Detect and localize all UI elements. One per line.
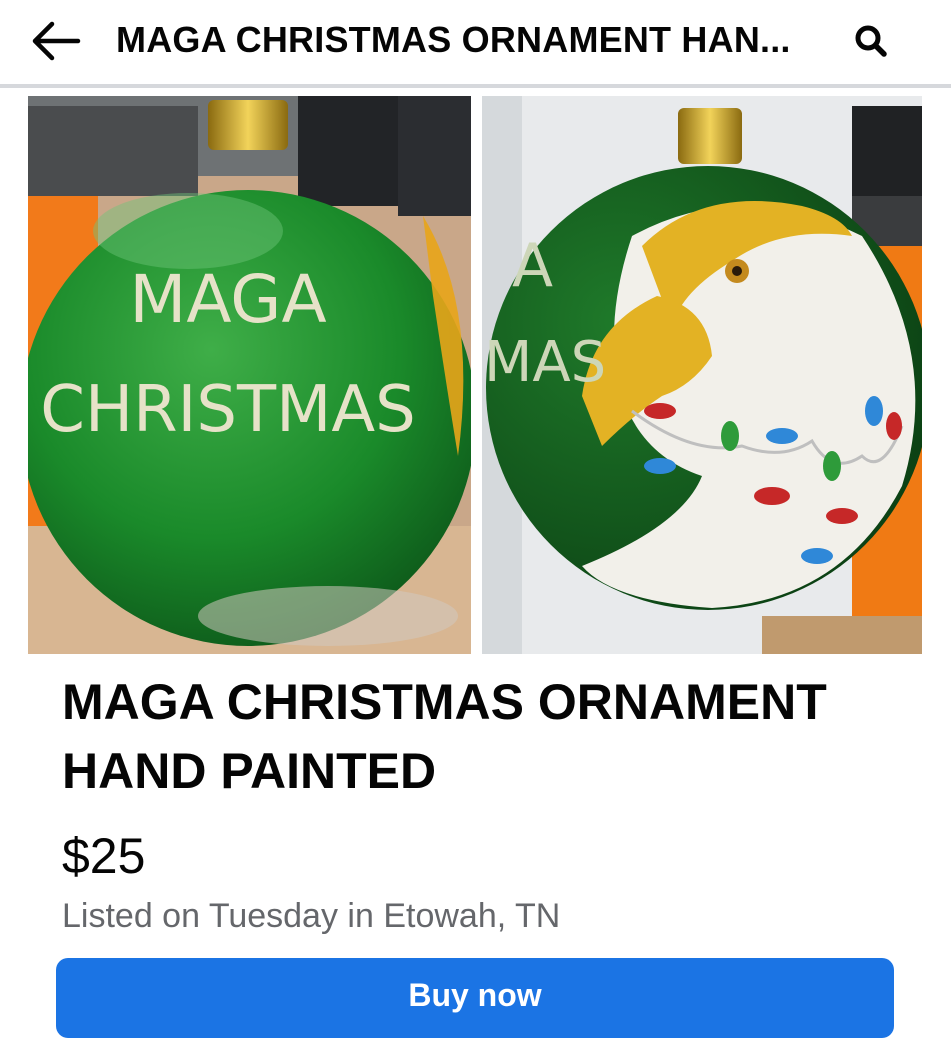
listing-meta: Listed on Tuesday in Etowah, TN	[62, 897, 561, 935]
search-icon	[855, 25, 887, 57]
top-app-bar: MAGA CHRISTMAS ORNAMENT HAN...	[0, 0, 951, 88]
search-button[interactable]	[848, 18, 896, 64]
arrow-left-icon	[32, 21, 81, 61]
ornament-text-partial-a: A	[512, 231, 553, 301]
buy-now-button[interactable]: Buy now	[56, 958, 894, 1038]
listing-photo-front[interactable]: MAGA CHRISTMAS	[28, 96, 471, 654]
listing-photo-back[interactable]: A MAS	[482, 96, 922, 654]
photo-gallery: MAGA CHRISTMAS A MAS	[28, 96, 922, 654]
ornament-text-partial-mas: MAS	[484, 330, 606, 395]
back-button[interactable]	[28, 16, 84, 66]
listing-price: $25	[62, 828, 146, 884]
listing-title: MAGA CHRISTMAS ORNAMENT HAND PAINTED	[62, 674, 827, 799]
ornament-text-christmas: CHRISTMAS	[40, 373, 416, 447]
ornament-text-maga: MAGA	[129, 261, 326, 338]
header-title: MAGA CHRISTMAS ORNAMENT HAN...	[116, 19, 791, 60]
